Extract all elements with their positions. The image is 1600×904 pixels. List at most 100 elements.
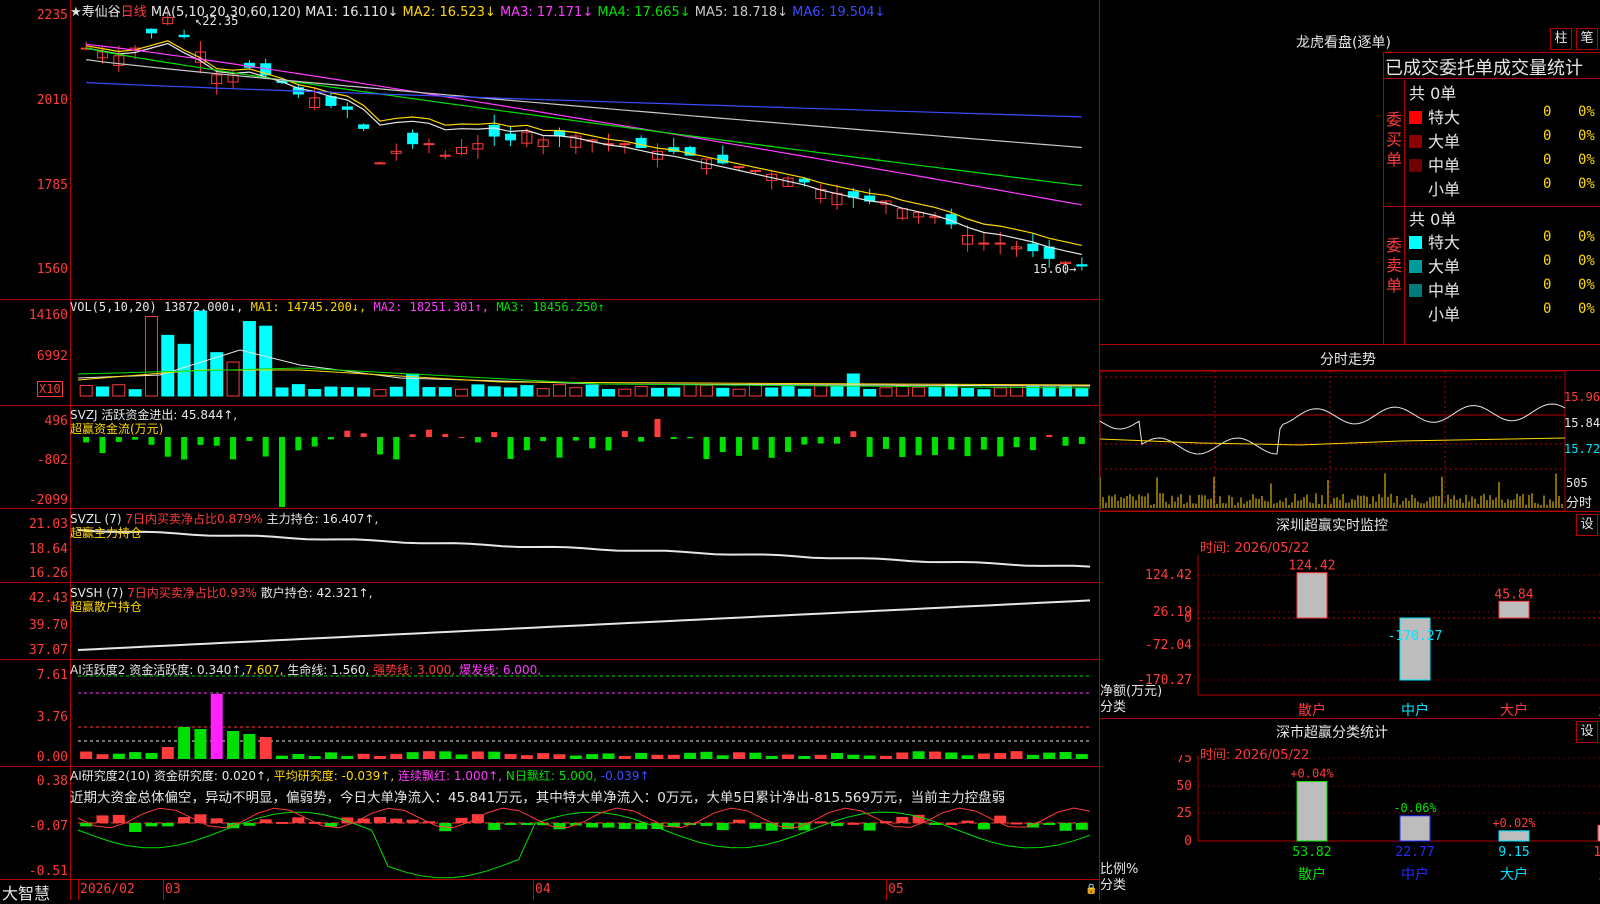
svzj-bar [409, 434, 416, 437]
ai1-bar [129, 752, 142, 759]
ai1-bar [814, 754, 827, 759]
svzj-bar [948, 437, 955, 450]
ai1-bar [847, 754, 860, 759]
ma-line [86, 43, 1082, 206]
ai2-bar [863, 823, 876, 831]
classify-settings-button[interactable]: 设 [1576, 721, 1598, 743]
ai2-bar [782, 823, 795, 830]
svzl-layer [77, 529, 1091, 568]
svzj-bar [556, 437, 563, 458]
ai1-bar [977, 753, 990, 759]
monitor-settings-button[interactable]: 设 [1576, 514, 1598, 536]
volume-bar [667, 387, 681, 397]
lhb-row-value: 0 [1543, 128, 1552, 144]
svzj-bar [99, 437, 106, 454]
candle-body [749, 169, 761, 172]
svzj-bar [752, 437, 759, 450]
ai2-bar [390, 818, 403, 823]
candle-body [1043, 246, 1055, 259]
svzj-bar [197, 437, 204, 445]
ai2-bar [96, 815, 109, 823]
classify-ytick: 75 [1176, 755, 1192, 766]
candle-body [358, 124, 370, 129]
vol-unit-button[interactable]: X10 [37, 381, 63, 397]
ai2-comment: 近期大资金总体偏空，异动不明显，偏弱势，今日大单净流入：45.841万元，其中特… [70, 790, 1006, 806]
volume-bar [830, 386, 844, 397]
ai1-bar [390, 753, 403, 759]
ai1-bar [178, 727, 191, 759]
ai2-bar [847, 822, 860, 825]
volume-bar [144, 316, 158, 397]
volume-bar [161, 334, 175, 397]
lhb-row-value: 0 [1543, 253, 1552, 269]
brand-logo[interactable]: 大智慧 [2, 880, 50, 904]
lhb-row: 特大 [1409, 229, 1460, 253]
ai1-bar [553, 754, 566, 759]
lhb-row: 大单 [1409, 128, 1460, 152]
classify-ytick: 50 [1176, 779, 1192, 794]
svzj-bar [866, 437, 873, 457]
volume-bar [928, 386, 942, 397]
ai1-bar [373, 755, 386, 759]
lhb-row-percent: 0% [1578, 104, 1595, 120]
lhb-row: 小单 [1409, 176, 1460, 200]
volume-bar [373, 389, 387, 397]
monitor-value-label: -170.27 [1388, 629, 1443, 644]
ai1-layer [78, 675, 1090, 759]
svzj-bar [589, 437, 596, 449]
volume-bar [242, 321, 256, 397]
date-label: 05 [888, 882, 904, 897]
candle-body [635, 137, 647, 149]
volume-bar [275, 387, 289, 397]
svzl-ytick: 21.03 [28, 517, 68, 532]
ai1-bar [308, 755, 321, 759]
ai1-bar [782, 754, 795, 759]
svzj-bar [964, 437, 971, 457]
bar-mode-button[interactable]: 柱 [1550, 28, 1572, 50]
volume-bar [455, 388, 469, 397]
ai1-ytick: 7.61 [36, 668, 68, 683]
ai2-ytick: 0.38 [36, 774, 68, 789]
ai1-bar [243, 734, 256, 759]
monitor-ytick: 124.42 [1145, 568, 1192, 583]
svzj-bar [834, 437, 840, 444]
svzj-ytick: 496 [44, 414, 68, 429]
ai1-bar [259, 737, 272, 759]
tick-mode-button[interactable]: 笔 [1576, 28, 1598, 50]
volume-bar [814, 384, 828, 397]
svzj-bar [164, 437, 171, 457]
high-mark: ↖22.35 [195, 14, 239, 28]
volume-bar [1042, 386, 1056, 397]
monitor-chart[interactable]: 124.4226.190-72.04-170.27124.42散户-170.27… [1100, 555, 1600, 720]
candle-body [488, 124, 500, 137]
volume-bar [308, 388, 322, 397]
ai2-layer [77, 807, 1091, 879]
candle-body [178, 34, 190, 38]
volume-bar [226, 361, 240, 397]
fenshi-chart[interactable] [1100, 371, 1600, 511]
monitor-bar [1498, 600, 1530, 619]
classify-category-label: 大户 [1500, 866, 1528, 883]
ai1-bar [455, 754, 468, 759]
ai1-bar [1075, 754, 1088, 759]
volume-bar [585, 384, 599, 397]
svzj-bar [425, 429, 432, 437]
ai2-bar [945, 822, 958, 825]
main-chart-svg[interactable] [0, 0, 1100, 900]
monitor-category-label: 大户 [1500, 702, 1528, 719]
ai1-bar [357, 753, 370, 759]
ai1-bar [684, 752, 697, 759]
ai2-bar [733, 819, 746, 823]
classify-chart[interactable]: 75 50 25 0 +0.04% 53.82 散户 -0.06% 22.77 中户 +0.02% 9… [1100, 755, 1600, 900]
svzj-bar [393, 437, 400, 460]
ai1-bar [602, 753, 615, 759]
classify-cat-label: 分类 [1100, 878, 1127, 893]
volume-bar [422, 387, 436, 397]
svzj-ytick: -802 [36, 453, 68, 468]
ai1-bar [896, 752, 909, 759]
lock-icon[interactable]: 🔒 [1085, 884, 1097, 895]
svsh-sub: 超赢散户持仓 [70, 600, 143, 614]
ai2-header: AI研究度2(10) 资金研究度: 0.020↑, 平均研究度: -0.039↑… [70, 769, 650, 783]
lhb-row: 大单 [1409, 253, 1460, 277]
candle-body [1076, 264, 1088, 267]
